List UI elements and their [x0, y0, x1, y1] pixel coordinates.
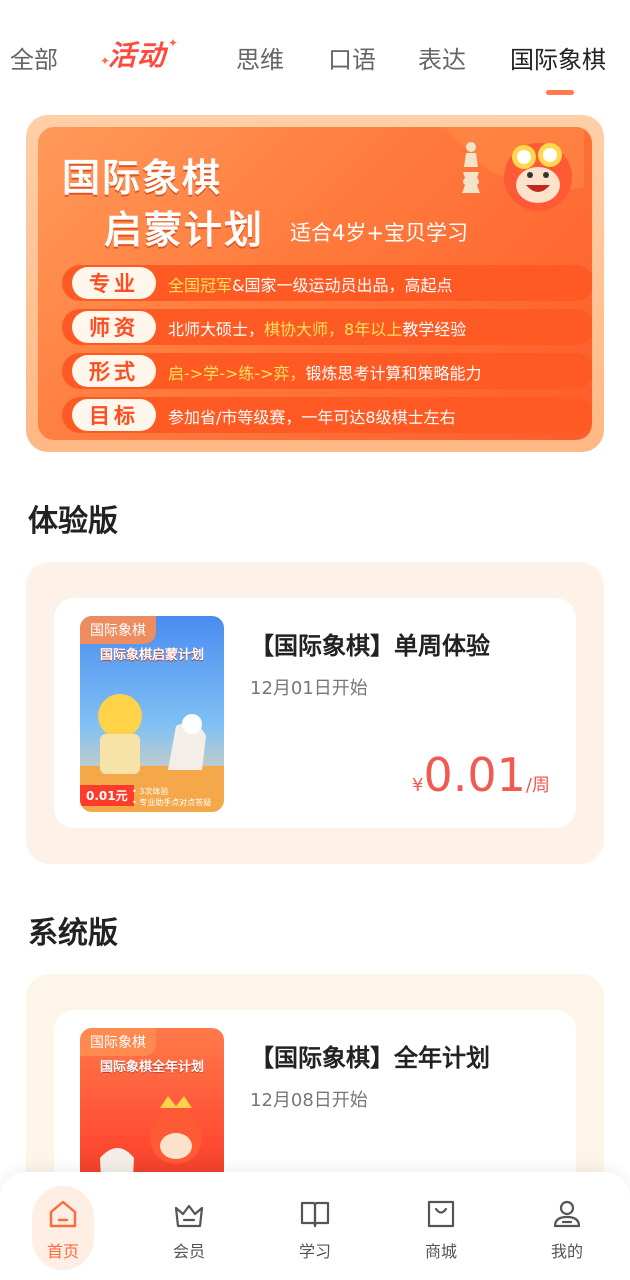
nav-store[interactable]: 商城 [401, 1186, 481, 1270]
feature-desc: 北师大硕士，棋协大师，8年以上教学经验 [168, 320, 467, 339]
user-icon [553, 1200, 581, 1228]
course-card-trial[interactable]: 国际象棋 国际象棋启蒙计划 0.01元 • 3次体验 • 专业助手点对点答疑 【… [54, 598, 576, 828]
active-tab-indicator [546, 90, 574, 95]
category-tabs: 全部 ✦ 活动 ✦ 思维 口语 表达 国际象棋 [0, 30, 630, 100]
banner-feature-row: 目标 参加省/市等级赛，一年可达8级棋士左右 [62, 397, 592, 433]
cover-price: 0.01元 [80, 785, 134, 806]
course-cover-image: 国际象棋 国际象棋启蒙计划 0.01元 • 3次体验 • 专业助手点对点答疑 [80, 616, 224, 812]
banner-title-line2: 启蒙计划 [104, 208, 265, 252]
price-currency: ¥ [412, 775, 424, 796]
mascot-illustration [444, 127, 584, 211]
chess-promo-banner[interactable]: 国际象棋 启蒙计划 适合4岁+宝贝学习 专业 全国冠军&国家一级运动员出品，高起… [26, 115, 604, 452]
section-heading-trial: 体验版 [28, 504, 118, 539]
banner-feature-row: 师资 北师大硕士，棋协大师，8年以上教学经验 [62, 309, 592, 345]
sparkle-icon: ✦ [167, 36, 179, 50]
cover-badge: 国际象棋 [80, 616, 156, 644]
trial-panel: 国际象棋 国际象棋启蒙计划 0.01元 • 3次体验 • 专业助手点对点答疑 【… [26, 562, 604, 864]
nav-membership[interactable]: 会员 [149, 1186, 229, 1270]
price-amount: 0.01 [423, 748, 526, 802]
course-title: 【国际象棋】单周体验 [250, 632, 490, 660]
home-icon [49, 1200, 77, 1228]
feature-tag: 专业 [72, 267, 156, 299]
tab-activity[interactable]: ✦ 活动 ✦ [100, 34, 178, 74]
tab-speaking[interactable]: 口语 [328, 40, 376, 75]
tab-activity-label: 活动 [108, 39, 167, 72]
book-icon [300, 1201, 330, 1228]
price-unit: /周 [525, 775, 550, 796]
feature-tag: 目标 [72, 399, 156, 431]
nav-label: 我的 [550, 1242, 583, 1261]
feature-tag: 形式 [72, 355, 156, 387]
feature-desc: 参加省/市等级赛，一年可达8级棋士左右 [168, 408, 456, 427]
feature-desc: 全国冠军&国家一级运动员出品，高起点 [168, 276, 453, 295]
section-heading-system: 系统版 [28, 916, 118, 951]
nav-study[interactable]: 学习 [275, 1186, 355, 1270]
banner-feature-row: 专业 全国冠军&国家一级运动员出品，高起点 [62, 265, 592, 301]
banner-subtitle: 适合4岁+宝贝学习 [290, 221, 468, 245]
tab-expression[interactable]: 表达 [418, 40, 466, 75]
feature-desc: 启->学->练->弈，锻炼思考计算和策略能力 [168, 364, 482, 383]
feature-tag: 师资 [72, 311, 156, 343]
tab-thinking[interactable]: 思维 [236, 40, 284, 75]
cover-badge: 国际象棋 [80, 1028, 156, 1056]
banner-title-line1: 国际象棋 [62, 156, 223, 200]
course-title: 【国际象棋】全年计划 [250, 1044, 490, 1072]
nav-label: 商城 [424, 1242, 457, 1261]
course-start-date: 12月08日开始 [250, 1090, 368, 1111]
banner-feature-row: 形式 启->学->练->弈，锻炼思考计算和策略能力 [62, 353, 592, 389]
course-price: ¥0.01/周 [412, 748, 550, 802]
cover-note: • 3次体验 • 专业助手点对点答疑 [132, 787, 212, 807]
nav-label: 会员 [172, 1242, 205, 1261]
nav-profile[interactable]: 我的 [527, 1186, 607, 1270]
nav-home[interactable]: 首页 [23, 1186, 103, 1270]
course-start-date: 12月01日开始 [250, 678, 368, 699]
nav-label: 首页 [46, 1242, 79, 1261]
tab-chess[interactable]: 国际象棋 [510, 40, 606, 75]
nav-label: 学习 [298, 1242, 331, 1261]
sparkle-icon: ✦ [100, 54, 111, 68]
bottom-navigation: 首页 会员 学习 商城 我的 [0, 1172, 630, 1280]
shopping-bag-icon [427, 1200, 455, 1228]
crown-basket-icon [174, 1204, 204, 1228]
cover-title: 国际象棋启蒙计划 [99, 648, 204, 663]
tab-all[interactable]: 全部 [10, 40, 58, 75]
cover-title: 国际象棋全年计划 [99, 1060, 204, 1075]
